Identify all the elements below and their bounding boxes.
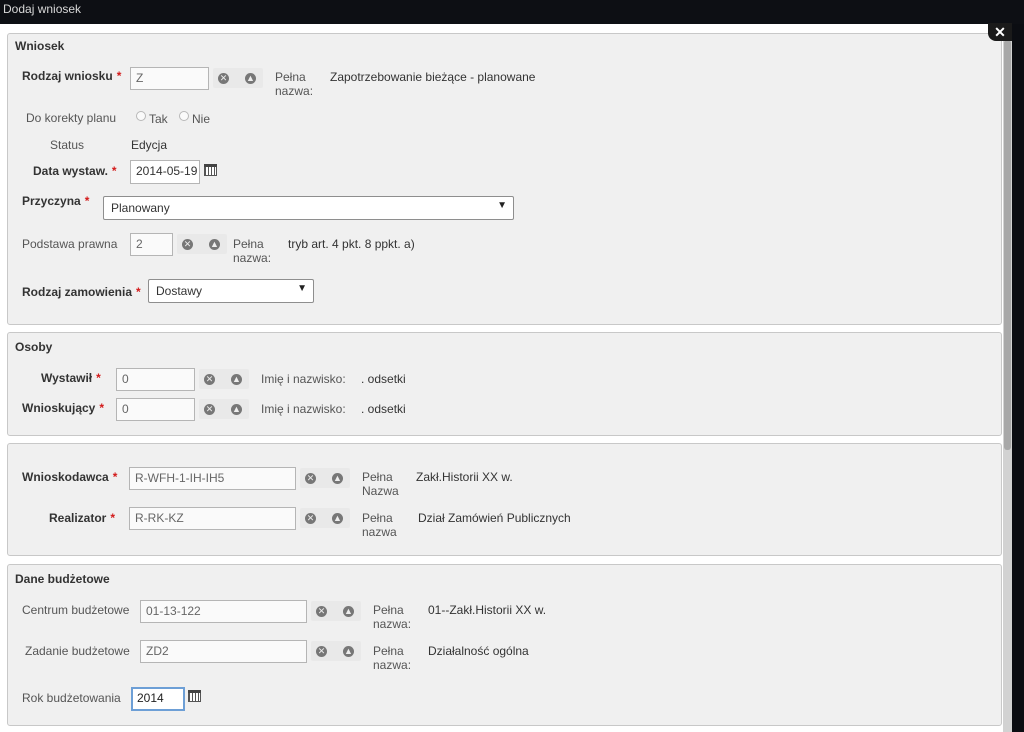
rodzaj-zamowienia-label: Rodzaj zamowienia * (22, 285, 141, 299)
data-wystaw-label: Data wystaw. * (33, 164, 117, 178)
przyczyna-label: Przyczyna * (22, 194, 90, 208)
clear-icon[interactable]: ✕ (182, 239, 193, 250)
required-mark: * (110, 511, 116, 525)
rodzaj-wniosku-pelna-label: Pełna nazwa: (275, 70, 314, 98)
wystawil-imie-label: Imię i nazwisko: (261, 372, 346, 386)
clear-icon[interactable]: ✕ (316, 606, 327, 617)
wnioskujacy-label: Wnioskujący * (22, 401, 105, 415)
clear-icon[interactable]: ✕ (204, 374, 215, 385)
wnioskujacy-imie-label: Imię i nazwisko: (261, 402, 346, 416)
required-mark: * (99, 401, 105, 415)
wystawil-imie-value: . odsetki (361, 372, 406, 386)
podstawa-pelna-value: tryb art. 4 pkt. 8 ppkt. a) (288, 237, 415, 251)
rodzaj-wniosku-label: Rodzaj wniosku * (22, 69, 122, 83)
przyczyna-select[interactable]: Planowany ▼ (103, 196, 514, 220)
clear-icon[interactable]: ✕ (218, 73, 229, 84)
chevron-down-icon: ▼ (497, 200, 507, 211)
realizator-pelna-label: Pełna nazwa (362, 511, 397, 539)
data-wystaw-input[interactable]: 2014-05-19 (130, 160, 200, 184)
przyczyna-selected: Planowany (111, 201, 170, 215)
wnioskodawca-input[interactable]: R-WFH-1-IH-IH5 (129, 467, 296, 490)
clear-icon[interactable]: ✕ (204, 404, 215, 415)
radio-tak[interactable] (136, 111, 146, 121)
centrum-input[interactable]: 01-13-122 (140, 600, 307, 623)
required-mark: * (116, 69, 122, 83)
calendar-icon[interactable] (204, 164, 217, 176)
podstawa-label: Podstawa prawna (22, 237, 118, 251)
lookup-icon[interactable]: ▲ (209, 239, 220, 250)
status-label: Status (50, 138, 85, 152)
wnioskodawca-pelna-label: Pełna Nazwa (362, 470, 399, 498)
lookup-icon[interactable]: ▲ (245, 73, 256, 84)
scrollbar-thumb[interactable] (1004, 40, 1011, 450)
lookup-icon[interactable]: ▲ (231, 404, 242, 415)
radio-nie-label: Nie (192, 112, 211, 126)
zadanie-label: Zadanie budżetowe (25, 644, 130, 658)
rodzaj-zamowienia-select[interactable]: Dostawy ▼ (148, 279, 314, 303)
lookup-icon[interactable]: ▲ (231, 374, 242, 385)
required-mark: * (84, 194, 90, 208)
wnioskodawca-label: Wnioskodawca * (22, 470, 118, 484)
realizator-label: Realizator * (49, 511, 116, 525)
centrum-label: Centrum budżetowe (22, 603, 130, 617)
wystawil-input[interactable]: 0 (116, 368, 195, 391)
clear-icon[interactable]: ✕ (305, 513, 316, 524)
section-osoby-title: Osoby (15, 340, 53, 354)
clear-icon[interactable]: ✕ (316, 646, 327, 657)
close-icon[interactable]: ✕ (988, 23, 1012, 41)
required-mark: * (111, 164, 117, 178)
podstawa-pelna-label: Pełna nazwa: (233, 237, 272, 265)
window-titlebar: Dodaj wniosek (0, 0, 1024, 24)
zadanie-input[interactable]: ZD2 (140, 640, 307, 663)
required-mark: * (136, 285, 141, 299)
podstawa-input[interactable]: 2 (130, 233, 173, 256)
calendar-icon[interactable] (188, 690, 201, 702)
lookup-icon[interactable]: ▲ (343, 646, 354, 657)
required-mark: * (96, 371, 101, 385)
wnioskujacy-imie-value: . odsetki (361, 402, 406, 416)
zadanie-pelna-value: Działalność ogólna (428, 644, 529, 658)
section-dane-budzetowe-title: Dane budżetowe (15, 572, 110, 586)
window-title: Dodaj wniosek (3, 2, 82, 16)
clear-icon[interactable]: ✕ (305, 473, 316, 484)
realizator-input[interactable]: R-RK-KZ (129, 507, 296, 530)
do-korekty-label: Do korekty planu (26, 111, 117, 125)
section-wniosek-title: Wniosek (15, 39, 65, 53)
required-mark: * (112, 470, 118, 484)
lookup-icon[interactable]: ▲ (332, 473, 343, 484)
radio-nie[interactable] (179, 111, 189, 121)
chevron-down-icon: ▼ (297, 283, 307, 294)
wnioskujacy-input[interactable]: 0 (116, 398, 195, 421)
radio-tak-label: Tak (149, 112, 168, 126)
rok-input[interactable]: 2014 (131, 687, 185, 711)
rodzaj-wniosku-pelna-value: Zapotrzebowanie bieżące - planowane (330, 70, 536, 84)
rodzaj-zamowienia-selected: Dostawy (156, 284, 203, 298)
zadanie-pelna-label: Pełna nazwa: (373, 644, 412, 672)
section-jednostki (7, 443, 1002, 556)
centrum-pelna-label: Pełna nazwa: (373, 603, 412, 631)
centrum-pelna-value: 01--Zakł.Historii XX w. (428, 603, 547, 617)
wnioskodawca-pelna-value: Zakł.Historii XX w. (416, 470, 513, 484)
wystawil-label: Wystawił * (41, 371, 101, 385)
rodzaj-wniosku-input[interactable]: Z (130, 67, 209, 90)
status-value: Edycja (131, 138, 168, 152)
lookup-icon[interactable]: ▲ (343, 606, 354, 617)
rok-label: Rok budżetowania (22, 691, 121, 705)
realizator-pelna-value: Dział Zamówień Publicznych (418, 511, 571, 525)
lookup-icon[interactable]: ▲ (332, 513, 343, 524)
